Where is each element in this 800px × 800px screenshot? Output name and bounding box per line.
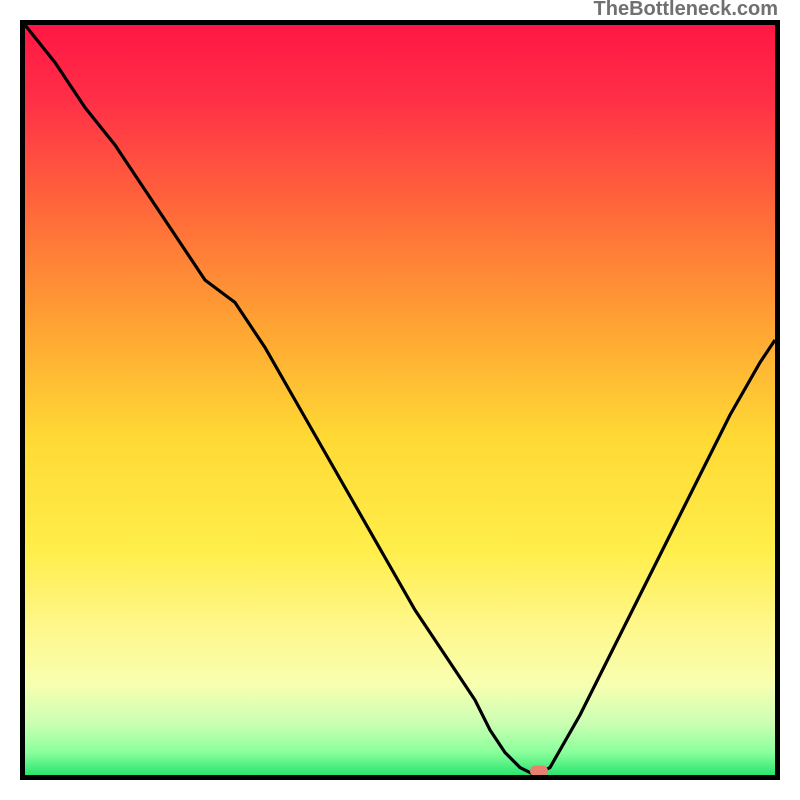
watermark-text: TheBottleneck.com xyxy=(594,0,778,21)
gradient-background xyxy=(25,25,775,775)
plot-frame xyxy=(20,20,780,780)
optimum-marker xyxy=(530,766,548,777)
chart-container: TheBottleneck.com xyxy=(0,0,800,800)
